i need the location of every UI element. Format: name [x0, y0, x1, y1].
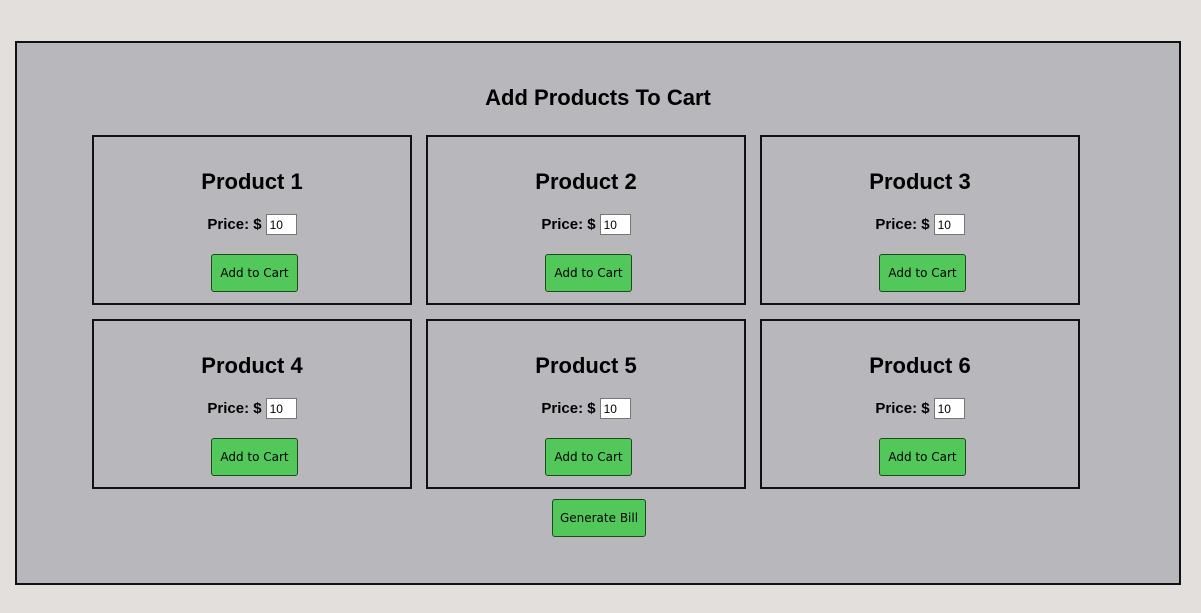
- price-label: Price: $: [541, 400, 596, 417]
- product-card: Product 2 Price: $ Add to Cart: [426, 135, 746, 305]
- main-panel: Add Products To Cart Product 1 Price: $ …: [15, 41, 1181, 585]
- add-to-cart-button[interactable]: Add to Cart: [879, 254, 966, 292]
- product-card: Product 1 Price: $ Add to Cart: [92, 135, 412, 305]
- price-input[interactable]: [599, 398, 631, 419]
- add-to-cart-button[interactable]: Add to Cart: [211, 438, 298, 476]
- price-input[interactable]: [599, 214, 631, 235]
- price-input[interactable]: [933, 214, 965, 235]
- product-name: Product 2: [535, 169, 637, 194]
- product-grid: Product 1 Price: $ Add to Cart Product 2…: [92, 135, 1086, 493]
- product-card: Product 6 Price: $ Add to Cart: [760, 319, 1080, 489]
- price-row: Price: $: [762, 398, 1078, 419]
- price-input[interactable]: [265, 398, 297, 419]
- product-name: Product 3: [869, 169, 971, 194]
- price-label: Price: $: [875, 216, 930, 233]
- price-row: Price: $: [762, 214, 1078, 235]
- product-card: Product 4 Price: $ Add to Cart: [92, 319, 412, 489]
- product-card: Product 5 Price: $ Add to Cart: [426, 319, 746, 489]
- price-row: Price: $: [94, 214, 410, 235]
- price-label: Price: $: [207, 216, 262, 233]
- product-card: Product 3 Price: $ Add to Cart: [760, 135, 1080, 305]
- page-title: Add Products To Cart: [485, 85, 711, 110]
- price-label: Price: $: [875, 400, 930, 417]
- product-name: Product 1: [201, 169, 303, 194]
- price-row: Price: $: [94, 398, 410, 419]
- generate-bill-button[interactable]: Generate Bill: [552, 499, 646, 537]
- add-to-cart-button[interactable]: Add to Cart: [545, 254, 632, 292]
- price-label: Price: $: [207, 400, 262, 417]
- price-row: Price: $: [428, 214, 744, 235]
- add-to-cart-button[interactable]: Add to Cart: [879, 438, 966, 476]
- product-name: Product 5: [535, 353, 637, 378]
- price-input[interactable]: [933, 398, 965, 419]
- add-to-cart-button[interactable]: Add to Cart: [545, 438, 632, 476]
- product-name: Product 6: [869, 353, 971, 378]
- price-input[interactable]: [265, 214, 297, 235]
- price-row: Price: $: [428, 398, 744, 419]
- add-to-cart-button[interactable]: Add to Cart: [211, 254, 298, 292]
- product-name: Product 4: [201, 353, 303, 378]
- price-label: Price: $: [541, 216, 596, 233]
